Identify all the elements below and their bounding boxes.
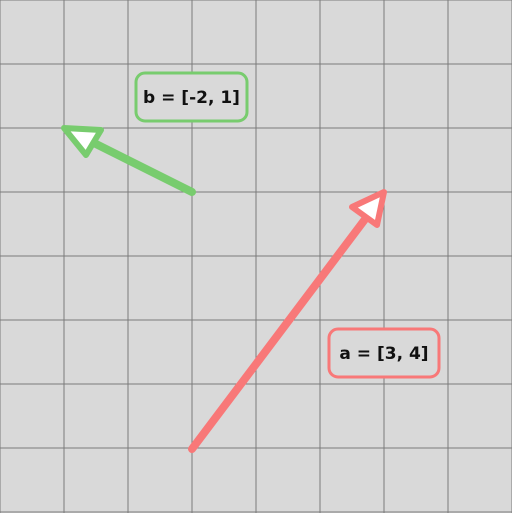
vector-a-label-text: a = [3, 4]	[339, 344, 428, 364]
vector-a-label: a = [3, 4]	[327, 327, 441, 379]
vector-diagram: b = [-2, 1] a = [3, 4]	[0, 0, 512, 513]
vector-b-label-text: b = [-2, 1]	[143, 88, 240, 108]
vector-b-shaft	[82, 135, 196, 196]
vector-b-label: b = [-2, 1]	[134, 71, 249, 123]
grid	[0, 0, 512, 513]
vector-b-arrowhead	[61, 125, 104, 158]
vector-a-arrowhead	[349, 189, 387, 228]
